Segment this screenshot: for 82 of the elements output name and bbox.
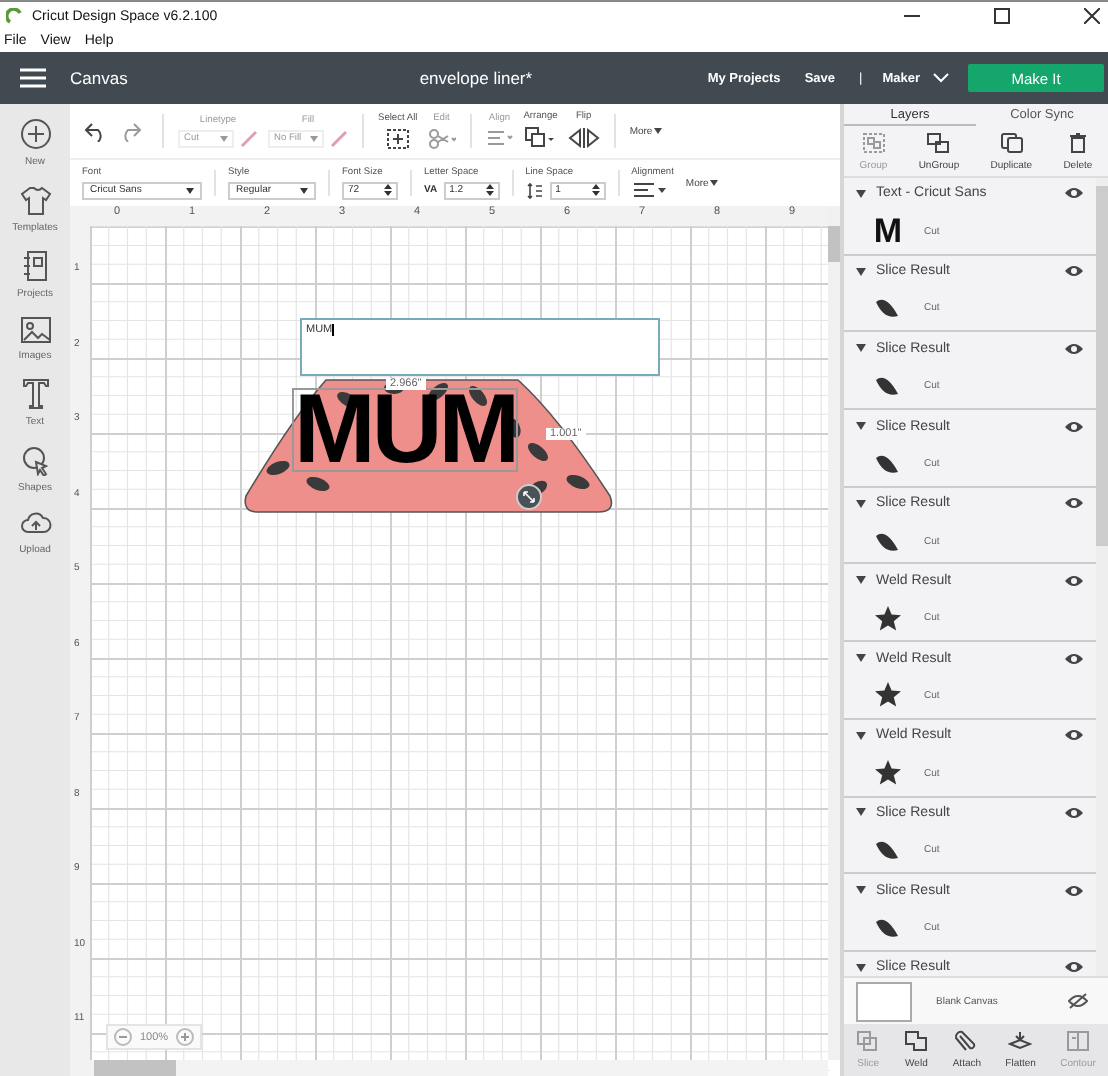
trash-icon (1065, 131, 1090, 153)
leaf-icon (874, 838, 902, 863)
spinner-arrows-icon (485, 184, 494, 196)
select-all-icon[interactable] (385, 127, 410, 149)
section-title: Canvas (70, 68, 128, 88)
line-space-icon (525, 181, 544, 199)
leaf-icon (874, 915, 902, 940)
scissors-icon[interactable] (427, 127, 456, 149)
duplicate-icon (999, 131, 1024, 153)
horizontal-scrollbar[interactable] (90, 1060, 828, 1076)
caret-icon (186, 187, 194, 193)
leaf-icon (874, 451, 902, 476)
eye-icon[interactable] (1064, 728, 1084, 743)
arrange-icon[interactable] (524, 126, 557, 150)
color-swatch-icon[interactable] (330, 129, 348, 147)
align-icon[interactable] (485, 128, 514, 148)
caret-icon (310, 135, 318, 141)
flip-icon[interactable] (567, 126, 600, 150)
caret-icon[interactable] (856, 963, 866, 972)
eye-icon[interactable] (1064, 960, 1084, 975)
caret-icon[interactable] (856, 344, 866, 353)
paperclip-icon (954, 1030, 979, 1052)
eye-slash-icon[interactable] (1068, 991, 1088, 1009)
leaf-icon (874, 374, 902, 399)
maximize-icon[interactable] (994, 8, 1010, 24)
group-icon (861, 131, 886, 153)
shirt-icon (19, 184, 51, 216)
close-icon[interactable] (1084, 8, 1100, 24)
caret-icon[interactable] (856, 808, 866, 817)
flatten-icon (1008, 1030, 1033, 1052)
shapes-icon (19, 444, 51, 476)
weld-icon (904, 1030, 929, 1052)
image-icon (19, 316, 51, 344)
zoom-in-icon[interactable] (176, 1028, 195, 1046)
eye-icon[interactable] (1064, 651, 1084, 666)
star-icon (874, 605, 902, 632)
text-align-icon[interactable] (631, 181, 668, 199)
cloud-upload-icon (19, 510, 51, 538)
spinner-arrows-icon (591, 184, 600, 196)
star-icon (874, 682, 902, 709)
spinner-arrows-icon (384, 184, 392, 196)
caret-icon[interactable] (856, 654, 866, 663)
eye-icon[interactable] (1064, 341, 1084, 356)
eye-icon[interactable] (1064, 883, 1084, 898)
layer-thumbnail: M (873, 214, 903, 249)
eye-icon[interactable] (1064, 805, 1084, 820)
contour-icon (1066, 1030, 1090, 1052)
caret-icon[interactable] (856, 886, 866, 895)
leaf-icon (874, 296, 902, 321)
notebook-icon (21, 250, 49, 282)
leaf-icon (874, 529, 902, 554)
ungroup-icon (926, 131, 951, 153)
design-text: MUM (294, 390, 517, 470)
eye-icon[interactable] (1064, 186, 1084, 201)
color-swatch-icon[interactable] (240, 129, 258, 147)
eye-icon[interactable] (1064, 496, 1084, 511)
caret-icon[interactable] (856, 267, 866, 276)
plus-icon (19, 118, 51, 150)
slice-icon (856, 1030, 881, 1052)
caret-icon (220, 135, 228, 141)
caret-icon[interactable] (856, 422, 866, 430)
vertical-scrollbar[interactable] (828, 206, 840, 1060)
caret-icon (710, 180, 719, 186)
letter-t-icon (21, 378, 49, 410)
eye-icon[interactable] (1064, 264, 1084, 279)
caret-icon[interactable] (856, 731, 866, 740)
menu-icon[interactable] (20, 68, 46, 88)
caret-icon (654, 128, 663, 134)
caret-icon[interactable] (856, 499, 866, 508)
zoom-out-icon[interactable] (114, 1028, 132, 1046)
chevron-down-icon (932, 72, 950, 84)
canvas-swatch[interactable] (856, 981, 912, 1021)
eye-icon[interactable] (1064, 419, 1084, 433)
layers-scrollbar[interactable] (1096, 178, 1108, 976)
star-icon (874, 760, 902, 787)
app-logo-icon (6, 7, 24, 25)
eye-icon[interactable] (1064, 573, 1084, 588)
caret-icon (300, 187, 308, 193)
caret-icon[interactable] (856, 576, 866, 585)
project-title: envelope liner* (419, 68, 533, 88)
caret-icon[interactable] (856, 189, 866, 198)
undo-icon[interactable] (84, 121, 108, 141)
